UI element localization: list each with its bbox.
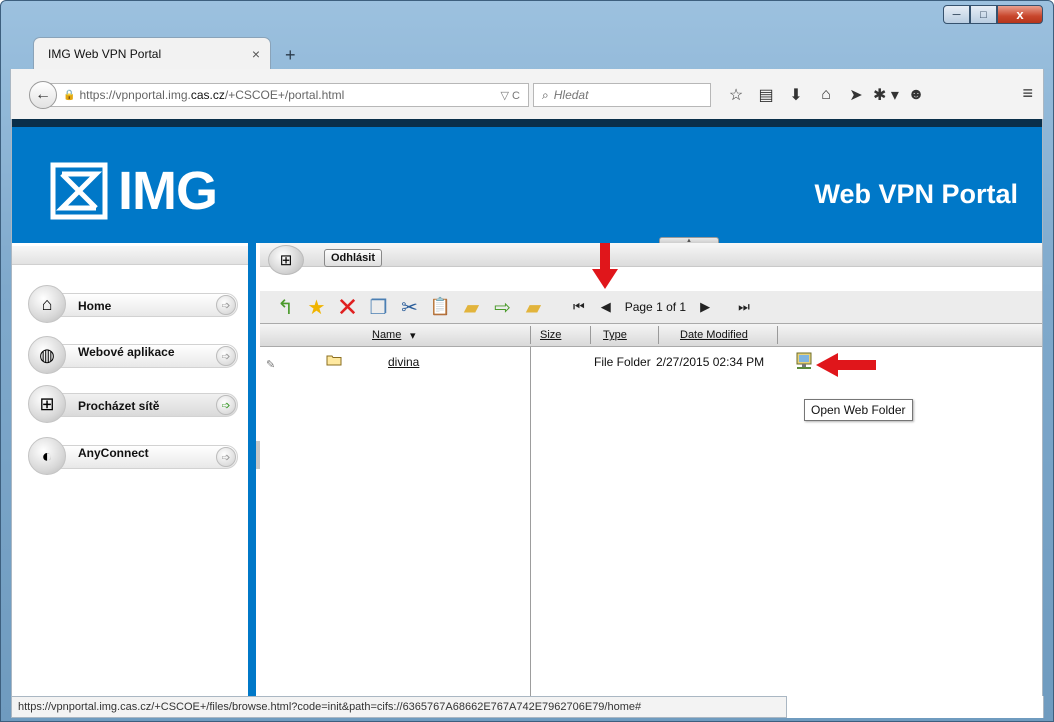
- table-row[interactable]: ✎ divina File Folder 2/27/2015 02:34 PM: [260, 351, 1042, 375]
- favorite-star-icon[interactable]: ★: [301, 293, 332, 321]
- column-separator: [590, 326, 591, 344]
- first-page-icon[interactable]: ⏮: [565, 299, 593, 315]
- tab-close-icon[interactable]: ×: [252, 46, 260, 62]
- tab-title: IMG Web VPN Portal: [48, 46, 162, 61]
- sidebar-item-label: Home: [78, 299, 112, 313]
- url-path: /+CSCOE+/portal.html: [224, 88, 345, 102]
- close-window-button[interactable]: x: [997, 5, 1043, 24]
- delete-icon[interactable]: ✕: [332, 292, 363, 322]
- portal-title: Web VPN Portal: [814, 179, 1018, 209]
- address-bar[interactable]: 🔒 https://vpnportal.img. cas.cz/+CSCOE+/p…: [43, 83, 529, 107]
- copy-icon[interactable]: ❐: [363, 293, 394, 321]
- sidebar-item-home[interactable]: ⌂ Home ➩: [28, 283, 248, 327]
- sidebar-item-anyconnect[interactable]: ◐ AnyConnect ➩: [28, 435, 248, 479]
- logo-text: IMG: [118, 161, 218, 221]
- paste-icon[interactable]: 📋: [425, 293, 456, 321]
- globe-icon: ◍: [28, 336, 66, 374]
- search-icon: ⌕: [542, 87, 549, 102]
- folder-icon: [326, 355, 342, 366]
- sidebar-item-browse-networks[interactable]: ⊞ Procházet sítě ➩: [28, 383, 248, 427]
- back-button[interactable]: ←: [29, 81, 57, 109]
- next-page-icon[interactable]: ▶: [692, 299, 718, 315]
- file-toolbar: ↰ ★ ✕ ❐ ✂ 📋 ▰ ⇨ ▰ ⏮ ◀ Page 1 of 1 ▶ ⏭: [260, 291, 1042, 323]
- new-folder-icon[interactable]: ▰: [456, 293, 487, 321]
- anyconnect-icon: ◐: [28, 437, 66, 475]
- annotation-arrow-left-icon: [816, 353, 876, 377]
- dna-logo-icon: [50, 162, 108, 220]
- status-bar: https://vpnportal.img.cas.cz/+CSCOE+/fil…: [11, 696, 787, 718]
- upload-icon[interactable]: ⇨: [487, 293, 518, 321]
- column-header: Name ▾ Size Type Date Modified: [260, 323, 1042, 347]
- network-icon: ⊞: [268, 245, 304, 275]
- arrow-right-icon: ➩: [216, 395, 236, 415]
- column-size[interactable]: Size: [540, 329, 561, 341]
- last-page-icon[interactable]: ⏭: [730, 299, 758, 315]
- reload-icon[interactable]: ▽ C: [501, 89, 520, 102]
- annotation-arrow-down-icon: [592, 243, 618, 289]
- img-logo: IMG: [50, 160, 218, 222]
- window-bottom: [787, 696, 1044, 718]
- sidebar-item-web-apps[interactable]: ◍ Webové aplikace ➩: [28, 334, 248, 378]
- url-host: cas.cz: [190, 88, 225, 102]
- top-strip: [12, 119, 1042, 127]
- send-icon[interactable]: ➤: [841, 83, 871, 107]
- file-browser: ⊞ Odhlásit ↰ ★ ✕ ❐ ✂ 📋 ▰ ⇨ ▰ ⏮ ◀ Page 1 …: [260, 243, 1042, 696]
- open-web-folder-icon[interactable]: [794, 351, 814, 371]
- header-banner: IMG Web VPN Portal: [12, 127, 1042, 243]
- open-folder-icon[interactable]: ▰: [518, 293, 549, 321]
- sidebar-item-label: AnyConnect: [78, 446, 149, 460]
- bookmark-star-icon[interactable]: ☆: [721, 83, 751, 107]
- search-placeholder: Hledat: [553, 88, 589, 102]
- lock-icon: 🔒: [63, 89, 76, 101]
- column-type[interactable]: Type: [603, 329, 627, 341]
- pager: ⏮ ◀ Page 1 of 1 ▶ ⏭: [565, 299, 758, 315]
- open-web-folder-tooltip: Open Web Folder: [804, 399, 913, 421]
- page-content: IMG Web VPN Portal ▲ ⌂ Home ➩ ◍ Webové a…: [11, 119, 1043, 696]
- file-date: 2/27/2015 02:34 PM: [656, 355, 765, 369]
- network-icon: ⊞: [28, 385, 66, 423]
- chat-icon[interactable]: ☻: [901, 83, 931, 107]
- file-name-link[interactable]: divina: [388, 355, 419, 369]
- page-indicator: Page 1 of 1: [624, 300, 687, 314]
- home-icon: ⌂: [28, 285, 66, 323]
- browser-tab[interactable]: IMG Web VPN Portal ×: [33, 37, 271, 69]
- column-divider: [530, 347, 531, 696]
- url-prefix: https://vpnportal.img.: [79, 88, 191, 102]
- sort-desc-icon[interactable]: ▾: [410, 329, 416, 342]
- cut-icon[interactable]: ✂: [394, 293, 425, 321]
- toolbar-icons: ☆ ▤ ⬇ ⌂ ➤ ✱ ▾ ☻: [721, 83, 931, 107]
- window-controls: ─ □ x: [943, 5, 1043, 24]
- home-icon[interactable]: ⌂: [811, 83, 841, 107]
- minimize-button[interactable]: ─: [943, 5, 970, 24]
- column-separator: [530, 326, 531, 344]
- column-name[interactable]: Name: [372, 329, 401, 341]
- arrow-right-icon: ➩: [216, 346, 236, 366]
- logout-button[interactable]: Odhlásit: [324, 249, 383, 267]
- column-separator: [658, 326, 659, 344]
- prev-page-icon[interactable]: ◀: [593, 299, 619, 315]
- search-input[interactable]: ⌕ Hledat: [533, 83, 711, 107]
- column-date[interactable]: Date Modified: [680, 329, 748, 341]
- browser-window: ─ □ x IMG Web VPN Portal × + 🔒 https://v…: [0, 0, 1054, 722]
- folder-up-icon[interactable]: ↰: [270, 293, 301, 321]
- navigation-bar: 🔒 https://vpnportal.img. cas.cz/+CSCOE+/p…: [10, 69, 1044, 119]
- arrow-right-icon: ➩: [216, 295, 236, 315]
- menu-icon[interactable]: ≡: [1022, 83, 1033, 104]
- reading-list-icon[interactable]: ▤: [751, 83, 781, 107]
- sidebar-header: [12, 246, 248, 265]
- edit-icon[interactable]: ✎: [266, 358, 275, 371]
- new-tab-button[interactable]: +: [285, 45, 296, 66]
- sidebar: ⌂ Home ➩ ◍ Webové aplikace ➩ ⊞ Procházet…: [12, 243, 248, 696]
- sidebar-item-label: Procházet sítě: [78, 399, 160, 413]
- arrow-right-icon: ➩: [216, 447, 236, 467]
- column-separator: [777, 326, 778, 344]
- file-type: File Folder: [594, 355, 651, 369]
- extension-icon[interactable]: ✱ ▾: [871, 83, 901, 107]
- sidebar-item-label: Webové aplikace: [78, 345, 175, 359]
- maximize-button[interactable]: □: [970, 5, 997, 24]
- sidebar-divider: [248, 243, 256, 696]
- downloads-icon[interactable]: ⬇: [781, 83, 811, 107]
